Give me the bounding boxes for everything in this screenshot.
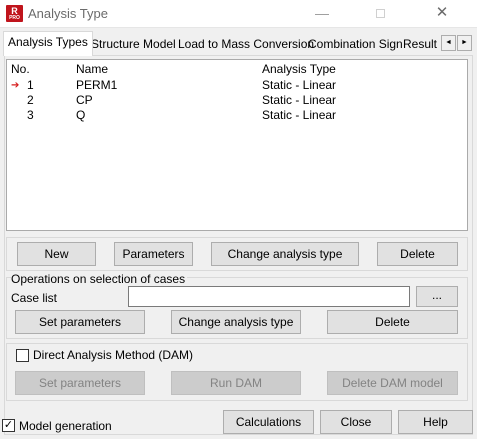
table-row-name[interactable]: Q bbox=[76, 108, 85, 122]
app-icon-sub: PRO bbox=[9, 15, 20, 21]
table-row-no[interactable]: 2 bbox=[27, 93, 34, 107]
maximize-button bbox=[358, 0, 402, 28]
case-list-label: Case list bbox=[11, 291, 58, 305]
table-row-type[interactable]: Static - Linear bbox=[262, 93, 336, 107]
run-dam-button[interactable]: Run DAM bbox=[171, 371, 301, 395]
close-button[interactable]: Close bbox=[320, 410, 392, 434]
table-row-no[interactable]: 1 bbox=[27, 78, 34, 92]
selection-delete-button[interactable]: Delete bbox=[327, 310, 458, 334]
minimize-icon: — bbox=[315, 5, 329, 21]
table-row-name[interactable]: CP bbox=[76, 93, 93, 107]
check-icon: ✓ bbox=[3, 419, 14, 431]
model-generation-label[interactable]: Model generation bbox=[19, 419, 112, 433]
tab-combination-sign[interactable]: Combination Sign bbox=[303, 33, 408, 55]
operations-group-title: Operations on selection of cases bbox=[11, 272, 188, 286]
change-analysis-type-button[interactable]: Change analysis type bbox=[211, 242, 359, 266]
table-row-no[interactable]: 3 bbox=[27, 108, 34, 122]
column-header-name[interactable]: Name bbox=[76, 62, 108, 76]
tab-scroll-right-button[interactable]: ► bbox=[457, 35, 472, 51]
dam-checkbox[interactable] bbox=[16, 349, 29, 362]
dam-checkbox-label[interactable]: Direct Analysis Method (DAM) bbox=[33, 348, 193, 362]
table-row-name[interactable]: PERM1 bbox=[76, 78, 117, 92]
column-header-analysis-type[interactable]: Analysis Type bbox=[262, 62, 336, 76]
close-window-button[interactable]: ✕ bbox=[420, 0, 464, 28]
tab-result[interactable]: Result F bbox=[398, 33, 442, 55]
browse-case-list-button[interactable]: ... bbox=[416, 286, 458, 307]
close-icon: ✕ bbox=[435, 4, 449, 21]
parameters-button[interactable]: Parameters bbox=[114, 242, 193, 266]
tab-load-to-mass-conversion[interactable]: Load to Mass Conversion bbox=[173, 33, 319, 55]
table-row-type[interactable]: Static - Linear bbox=[262, 108, 336, 122]
chevron-right-icon: ► bbox=[461, 39, 468, 46]
calculations-button[interactable]: Calculations bbox=[223, 410, 314, 434]
chevron-left-icon: ◄ bbox=[445, 39, 452, 46]
delete-dam-model-button[interactable]: Delete DAM model bbox=[327, 371, 458, 395]
model-generation-checkbox[interactable]: ✓ bbox=[2, 419, 15, 432]
maximize-icon bbox=[375, 9, 385, 18]
new-button[interactable]: New bbox=[17, 242, 96, 266]
app-icon: R PRO bbox=[6, 5, 23, 22]
tab-structure-model[interactable]: Structure Model bbox=[86, 33, 181, 55]
window-title: Analysis Type bbox=[28, 6, 108, 21]
tab-scroll-left-button[interactable]: ◄ bbox=[441, 35, 456, 51]
current-case-arrow-icon: ➔ bbox=[11, 80, 20, 91]
help-button[interactable]: Help bbox=[398, 410, 473, 434]
case-list-input[interactable] bbox=[128, 286, 410, 307]
dam-set-parameters-button[interactable]: Set parameters bbox=[15, 371, 145, 395]
table-row-type[interactable]: Static - Linear bbox=[262, 78, 336, 92]
selection-change-analysis-type-button[interactable]: Change analysis type bbox=[171, 310, 301, 334]
delete-button[interactable]: Delete bbox=[377, 242, 458, 266]
minimize-button[interactable]: — bbox=[300, 0, 344, 28]
set-parameters-button[interactable]: Set parameters bbox=[15, 310, 145, 334]
column-header-no[interactable]: No. bbox=[11, 62, 30, 76]
tab-analysis-types[interactable]: Analysis Types bbox=[3, 31, 93, 56]
